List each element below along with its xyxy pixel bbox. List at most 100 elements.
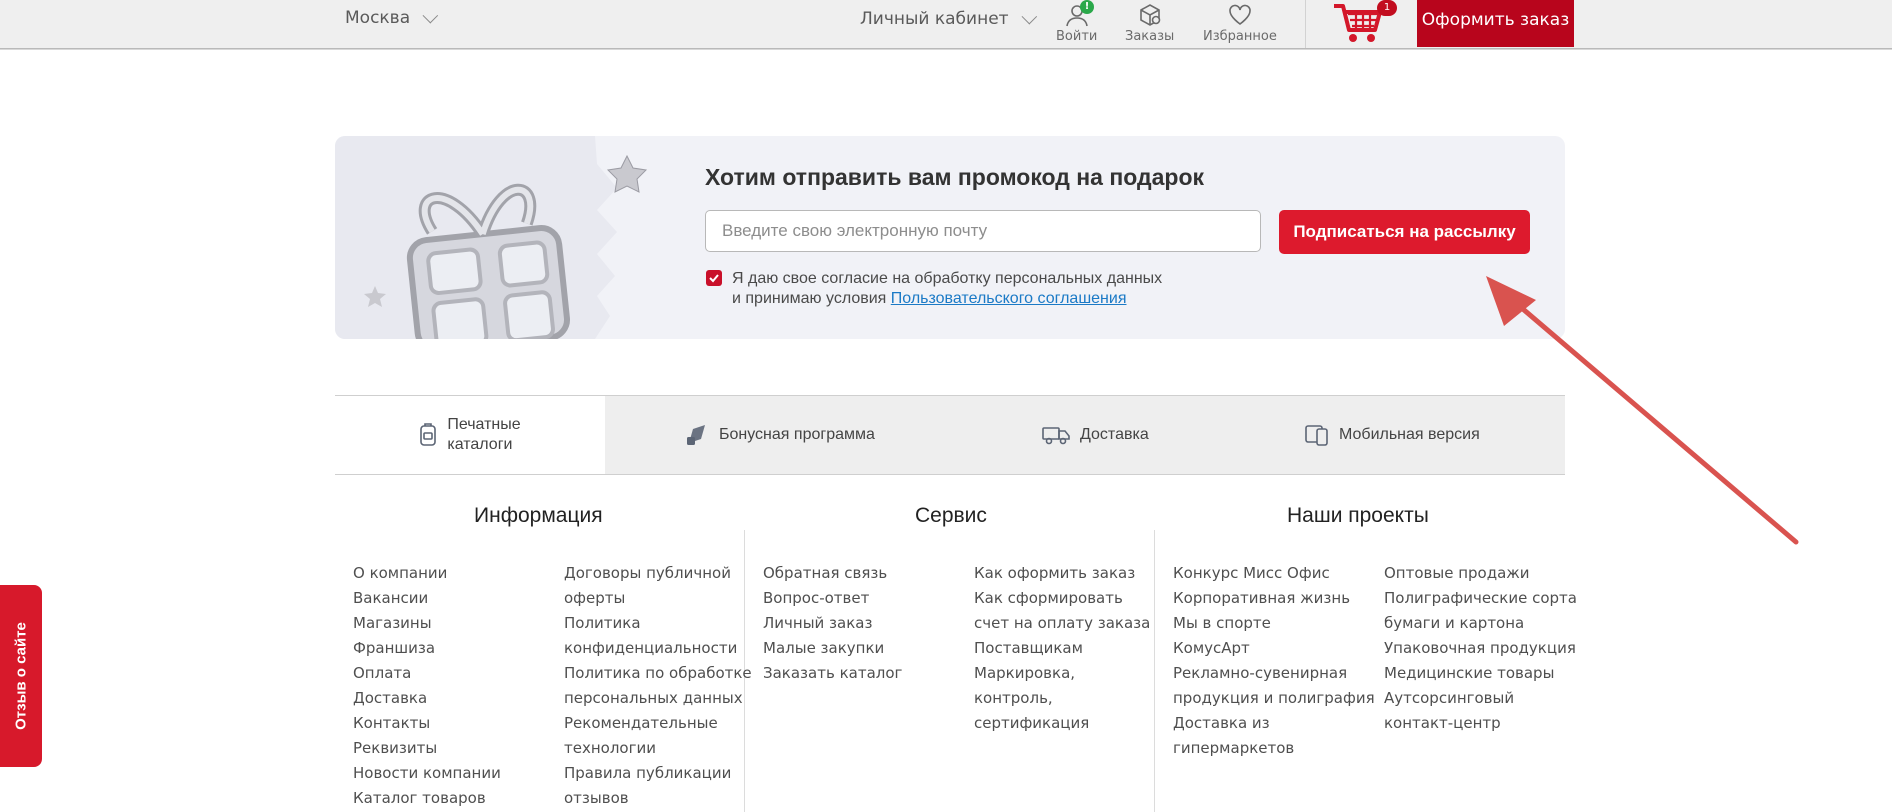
footer-link[interactable]: Доставка из bbox=[1173, 711, 1270, 736]
footer-link[interactable]: Оплата bbox=[353, 661, 411, 686]
feature-catalogs-line1: Печатные bbox=[447, 416, 521, 433]
footer-link[interactable]: Правила публикации bbox=[564, 761, 731, 786]
login-alert-badge: ! bbox=[1080, 0, 1094, 14]
footer-link[interactable]: Поставщикам bbox=[974, 636, 1083, 661]
footer-link[interactable]: Как сформировать bbox=[974, 586, 1123, 611]
cabinet-label: Личный кабинет bbox=[860, 9, 1009, 29]
bonus-icon bbox=[687, 425, 705, 445]
check-icon bbox=[709, 274, 719, 283]
footer-link[interactable]: бумаги и картона bbox=[1384, 611, 1524, 636]
newsletter-promo: Хотим отправить вам промокод на подарок … bbox=[335, 136, 1565, 339]
footer-link[interactable]: Конкурс Мисс Офис bbox=[1173, 561, 1330, 586]
footer-link[interactable]: контроль, bbox=[974, 686, 1053, 711]
feature-delivery[interactable]: Доставка bbox=[1042, 396, 1149, 474]
promo-title: Хотим отправить вам промокод на подарок bbox=[705, 164, 1205, 190]
footer-link[interactable]: Мы в спорте bbox=[1173, 611, 1271, 636]
top-bar: Москва Личный кабинет Войти ! Заказы Изб… bbox=[0, 0, 1892, 49]
footer-link[interactable]: Каталог товаров bbox=[353, 786, 486, 811]
footer-link[interactable]: Доставка bbox=[353, 686, 427, 711]
footer-link[interactable]: отзывов bbox=[564, 786, 629, 811]
footer-link[interactable]: Заказать каталог bbox=[763, 661, 902, 686]
footer-link[interactable]: Полиграфические сорта bbox=[1384, 586, 1577, 611]
footer-link[interactable]: Политика bbox=[564, 611, 641, 636]
catalog-icon bbox=[420, 423, 437, 446]
footer-link[interactable]: Рекомендательные bbox=[564, 711, 718, 736]
personal-cabinet-menu[interactable]: Личный кабинет bbox=[860, 8, 1037, 29]
footer-link[interactable]: Договоры публичной bbox=[564, 561, 731, 586]
footer-link[interactable]: Малые закупки bbox=[763, 636, 884, 661]
footer-link[interactable]: Оптовые продажи bbox=[1384, 561, 1530, 586]
city-label: Москва bbox=[345, 8, 411, 28]
annotation-arrow bbox=[1486, 276, 1799, 545]
footer-link[interactable]: Обратная связь bbox=[763, 561, 887, 586]
favorites-button[interactable]: Избранное bbox=[1203, 0, 1277, 48]
feature-mobile[interactable]: Мобильная версия bbox=[1305, 396, 1480, 474]
mobile-icon bbox=[1305, 425, 1328, 446]
heart-icon bbox=[1229, 4, 1251, 25]
site-feedback-tab[interactable]: Отзыв о сайте bbox=[0, 585, 42, 767]
footer-link[interactable]: счет на оплату заказа bbox=[974, 611, 1150, 636]
footer-link[interactable]: Контакты bbox=[353, 711, 430, 736]
footer-link[interactable]: Новости компании bbox=[353, 761, 501, 786]
site-feedback-label: Отзыв о сайте bbox=[12, 622, 30, 730]
footer-link[interactable]: Как оформить заказ bbox=[974, 561, 1135, 586]
footer-link[interactable]: персональных данных bbox=[564, 686, 743, 711]
footer-link[interactable]: Политика по обработке bbox=[564, 661, 752, 686]
projects-column-title: Наши проекты bbox=[1287, 504, 1429, 527]
chevron-down-icon bbox=[422, 7, 439, 23]
user-agreement-link[interactable]: Пользовательского соглашения bbox=[891, 290, 1127, 307]
footer-link[interactable]: Личный заказ bbox=[763, 611, 872, 636]
feature-bonus-label: Бонусная программа bbox=[719, 426, 875, 443]
consent-line-2: и принимаю условия Пользовательского сог… bbox=[732, 289, 1162, 309]
email-field[interactable] bbox=[705, 210, 1261, 252]
truck-icon bbox=[1042, 427, 1070, 445]
footer-link[interactable]: Маркировка, bbox=[974, 661, 1075, 686]
feature-catalogs-label: Печатные каталоги bbox=[447, 415, 520, 455]
orders-button[interactable]: Заказы bbox=[1125, 0, 1174, 48]
favorites-label: Избранное bbox=[1203, 29, 1277, 44]
footer-link[interactable]: Аутсорсинговый bbox=[1384, 686, 1514, 711]
promo-illustration bbox=[335, 136, 655, 339]
consent-prefix: и принимаю условия bbox=[732, 290, 891, 307]
features-bar: Печатные каталоги Бонусная программа Дос… bbox=[335, 395, 1565, 475]
footer-link[interactable]: сертификация bbox=[974, 711, 1089, 736]
feature-catalogs[interactable]: Печатные каталоги bbox=[335, 396, 605, 474]
footer-link[interactable]: Упаковочная продукция bbox=[1384, 636, 1576, 661]
footer-link[interactable]: оферты bbox=[564, 586, 625, 611]
feature-catalogs-line2: каталоги bbox=[447, 436, 513, 453]
footer-link[interactable]: конфиденциальности bbox=[564, 636, 737, 661]
footer-link[interactable]: Магазины bbox=[353, 611, 432, 636]
cart-count-badge: 1 bbox=[1377, 0, 1397, 16]
footer-link[interactable]: Медицинские товары bbox=[1384, 661, 1554, 686]
footer-link[interactable]: продукция и полиграфия bbox=[1173, 686, 1375, 711]
feature-bonus[interactable]: Бонусная программа bbox=[685, 396, 875, 474]
column-divider bbox=[1154, 530, 1155, 812]
footer-link[interactable]: Вакансии bbox=[353, 586, 428, 611]
footer-link[interactable]: Реквизиты bbox=[353, 736, 437, 761]
login-label: Войти bbox=[1056, 29, 1098, 44]
footer-link[interactable]: гипермаркетов bbox=[1173, 736, 1294, 761]
box-icon bbox=[1139, 4, 1160, 26]
footer-link[interactable]: КомусАрт bbox=[1173, 636, 1250, 661]
feature-mobile-label: Мобильная версия bbox=[1339, 426, 1480, 443]
footer-link[interactable]: Франшиза bbox=[353, 636, 435, 661]
orders-label: Заказы bbox=[1125, 29, 1175, 44]
footer-link[interactable]: Корпоративная жизнь bbox=[1173, 586, 1350, 611]
consent-line-1: Я даю свое согласие на обработку персона… bbox=[732, 270, 1163, 287]
city-selector[interactable]: Москва bbox=[345, 7, 439, 28]
footer-link[interactable]: Рекламно-сувенирная bbox=[1173, 661, 1347, 686]
footer-link[interactable]: технологии bbox=[564, 736, 656, 761]
footer-link[interactable]: контакт-центр bbox=[1384, 711, 1501, 736]
consent-checkbox[interactable] bbox=[706, 270, 722, 286]
service-column-title: Сервис bbox=[915, 504, 987, 527]
footer-link[interactable]: Вопрос-ответ bbox=[763, 586, 869, 611]
footer-link[interactable]: О компании bbox=[353, 561, 447, 586]
consent-text: Я даю свое согласие на обработку персона… bbox=[732, 269, 1162, 309]
checkout-button[interactable]: Оформить заказ bbox=[1417, 0, 1574, 47]
header-divider bbox=[1305, 0, 1306, 48]
info-column-title: Информация bbox=[474, 504, 603, 527]
subscribe-button[interactable]: Подписаться на рассылку bbox=[1279, 210, 1530, 254]
chevron-down-icon bbox=[1021, 8, 1037, 24]
gift-illustration bbox=[364, 136, 655, 339]
feature-delivery-label: Доставка bbox=[1080, 426, 1149, 443]
